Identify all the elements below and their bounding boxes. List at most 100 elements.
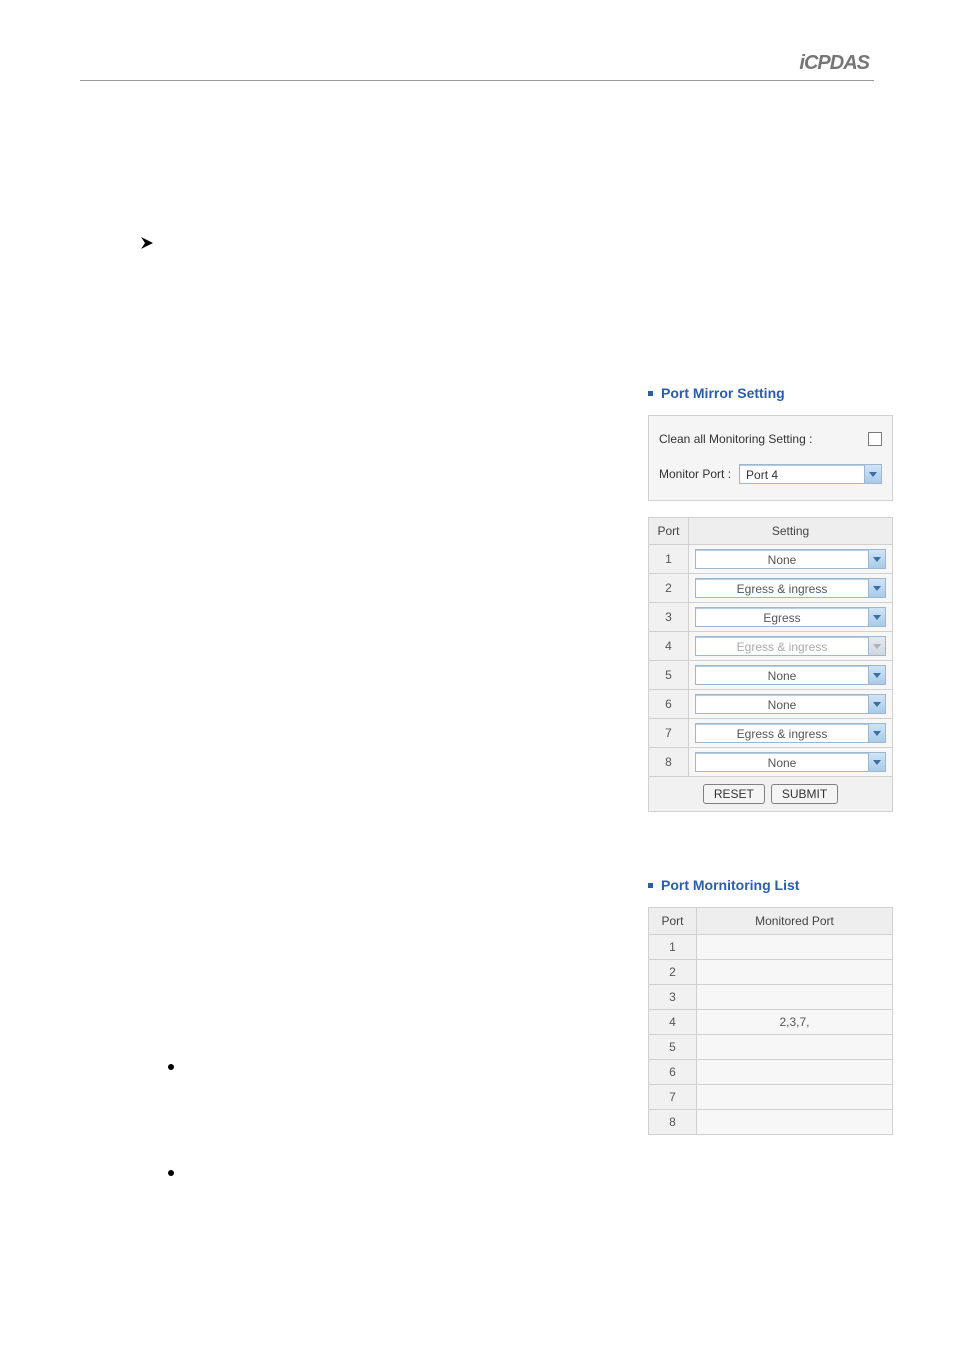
clean-monitoring-label: Clean all Monitoring Setting :: [659, 432, 868, 446]
port-setting-select[interactable]: None: [695, 665, 886, 685]
table-row: 2 Egress & ingress: [649, 574, 893, 603]
port-setting-cell: Egress & ingress: [689, 719, 893, 748]
mon-monitored-header: Monitored Port: [697, 908, 893, 935]
port-setting-value: Egress & ingress: [696, 637, 868, 656]
table-row: 1: [649, 935, 893, 960]
section-title-monitoring: Port Mornitoring List: [648, 877, 893, 893]
table-row: 6 None: [649, 690, 893, 719]
monitored-port-cell: [697, 1085, 893, 1110]
chevron-down-icon: [868, 550, 885, 568]
arrow-bullet-icon: [140, 236, 154, 255]
table-row: 1 None: [649, 545, 893, 574]
clean-monitoring-checkbox[interactable]: [868, 432, 882, 446]
port-setting-select[interactable]: None: [695, 549, 886, 569]
mon-port-header: Port: [649, 908, 697, 935]
list-bullet-icon: [168, 1064, 174, 1070]
monitored-port-cell: [697, 985, 893, 1010]
port-number-cell: 2: [649, 574, 689, 603]
monitoring-port-cell: 1: [649, 935, 697, 960]
square-bullet-icon: [648, 391, 653, 396]
monitoring-port-cell: 5: [649, 1035, 697, 1060]
chevron-down-icon: [868, 724, 885, 742]
port-number-cell: 5: [649, 661, 689, 690]
monitoring-port-cell: 4: [649, 1010, 697, 1035]
monitoring-table: Port Monitored Port 12342,3,7,5678: [648, 907, 893, 1135]
monitor-port-row: Monitor Port : Port 4: [659, 464, 882, 484]
port-number-cell: 4: [649, 632, 689, 661]
monitor-port-select[interactable]: Port 4: [739, 464, 882, 484]
port-setting-value: None: [696, 695, 868, 714]
port-setting-value: Egress: [696, 608, 868, 627]
setting-header: Setting: [689, 518, 893, 545]
monitoring-port-cell: 3: [649, 985, 697, 1010]
chevron-down-icon: [868, 695, 885, 713]
table-row: 7: [649, 1085, 893, 1110]
port-setting-select[interactable]: Egress: [695, 607, 886, 627]
chevron-down-icon: [868, 579, 885, 597]
port-number-cell: 1: [649, 545, 689, 574]
port-setting-value: None: [696, 550, 868, 569]
port-setting-select: Egress & ingress: [695, 636, 886, 656]
chevron-down-icon: [868, 637, 885, 655]
port-setting-select[interactable]: Egress & ingress: [695, 723, 886, 743]
port-setting-cell: Egress: [689, 603, 893, 632]
port-mirror-setting-panel: Port Mirror Setting Clean all Monitoring…: [648, 385, 893, 812]
port-setting-cell: None: [689, 748, 893, 777]
port-setting-value: Egress & ingress: [696, 724, 868, 743]
mirror-config-box: Clean all Monitoring Setting : Monitor P…: [648, 415, 893, 501]
port-setting-cell: Egress & ingress: [689, 632, 893, 661]
square-bullet-icon: [648, 883, 653, 888]
monitoring-port-cell: 8: [649, 1110, 697, 1135]
table-row: 3 Egress: [649, 603, 893, 632]
monitored-port-cell: [697, 1110, 893, 1135]
table-row: 8: [649, 1110, 893, 1135]
mirror-button-row: RESET SUBMIT: [648, 777, 893, 812]
port-setting-cell: None: [689, 690, 893, 719]
monitoring-port-cell: 7: [649, 1085, 697, 1110]
table-row: 5: [649, 1035, 893, 1060]
port-setting-value: None: [696, 666, 868, 685]
chevron-down-icon: [864, 465, 881, 483]
chevron-down-icon: [868, 608, 885, 626]
table-row: 3: [649, 985, 893, 1010]
monitor-port-value: Port 4: [740, 465, 864, 484]
port-setting-select[interactable]: None: [695, 752, 886, 772]
table-row: 8 None: [649, 748, 893, 777]
port-header: Port: [649, 518, 689, 545]
section-title-text: Port Mornitoring List: [661, 877, 799, 893]
monitor-port-label: Monitor Port :: [659, 467, 731, 481]
port-setting-value: None: [696, 753, 868, 772]
port-number-cell: 8: [649, 748, 689, 777]
port-setting-value: Egress & ingress: [696, 579, 868, 598]
monitored-port-cell: [697, 1035, 893, 1060]
submit-button[interactable]: SUBMIT: [771, 784, 838, 804]
section-title-mirror: Port Mirror Setting: [648, 385, 893, 401]
chevron-down-icon: [868, 666, 885, 684]
port-number-cell: 3: [649, 603, 689, 632]
monitoring-port-cell: 2: [649, 960, 697, 985]
table-row: 5 None: [649, 661, 893, 690]
port-number-cell: 7: [649, 719, 689, 748]
port-setting-select[interactable]: Egress & ingress: [695, 578, 886, 598]
table-row: 2: [649, 960, 893, 985]
table-row: 4 Egress & ingress: [649, 632, 893, 661]
list-bullet-icon: [168, 1170, 174, 1176]
clean-monitoring-row: Clean all Monitoring Setting :: [659, 432, 882, 446]
monitored-port-cell: [697, 1060, 893, 1085]
table-row: 42,3,7,: [649, 1010, 893, 1035]
monitored-port-cell: [697, 960, 893, 985]
port-monitoring-list-panel: Port Mornitoring List Port Monitored Por…: [648, 877, 893, 1135]
table-row: 6: [649, 1060, 893, 1085]
port-number-cell: 6: [649, 690, 689, 719]
reset-button[interactable]: RESET: [703, 784, 765, 804]
port-setting-select[interactable]: None: [695, 694, 886, 714]
port-setting-cell: None: [689, 545, 893, 574]
port-setting-cell: None: [689, 661, 893, 690]
monitoring-port-cell: 6: [649, 1060, 697, 1085]
monitored-port-cell: [697, 935, 893, 960]
page-divider: [80, 80, 874, 81]
brand-logo: iCPDAS: [799, 52, 869, 75]
port-setting-cell: Egress & ingress: [689, 574, 893, 603]
port-settings-table: Port Setting 1 None 2 Egress & ingress 3 Egre…: [648, 517, 893, 777]
section-title-text: Port Mirror Setting: [661, 385, 785, 401]
